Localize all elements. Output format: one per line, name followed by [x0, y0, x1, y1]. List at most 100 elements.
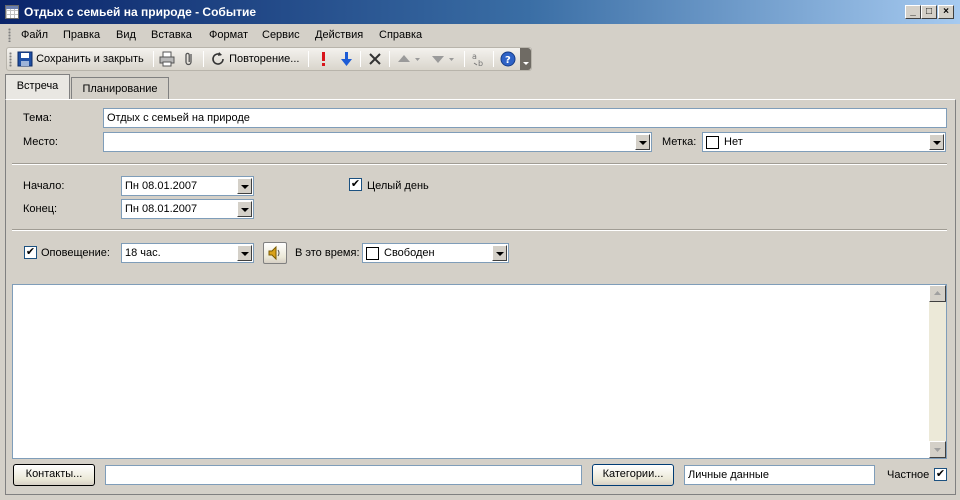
reminder-combo[interactable]: 18 час.	[121, 243, 254, 263]
location-combo[interactable]	[103, 132, 652, 152]
contacts-button-label: Контакты...	[25, 468, 83, 480]
menu-file[interactable]: Файл	[21, 29, 48, 41]
categories-button-label: Категории...	[602, 468, 664, 480]
attach-file-button[interactable]	[181, 51, 197, 67]
recurrence-label: Повторение...	[229, 53, 300, 65]
section-divider	[12, 229, 947, 231]
notes-textarea[interactable]	[12, 284, 947, 459]
private-label: Частное	[887, 469, 930, 481]
toolbar-grip-icon[interactable]	[9, 52, 12, 67]
toolbar-options-icon[interactable]	[520, 48, 531, 70]
spelling-icon: a b	[472, 52, 483, 68]
start-date-dropdown-arrow-icon[interactable]	[237, 178, 252, 194]
contacts-button[interactable]: Контакты...	[13, 464, 95, 486]
print-button[interactable]	[159, 51, 175, 67]
high-importance-icon	[322, 52, 325, 66]
location-label: Место:	[23, 136, 58, 148]
speaker-icon	[268, 245, 280, 261]
start-date-value: Пн 08.01.2007	[125, 180, 198, 192]
label-color-swatch	[706, 136, 719, 149]
recurrence-icon	[212, 52, 224, 65]
toolbar-separator	[153, 51, 154, 67]
subject-label: Тема:	[23, 112, 52, 124]
menu-grip-icon[interactable]	[8, 28, 11, 42]
save-and-close-button[interactable]: Сохранить и закрыть	[17, 51, 144, 67]
show-time-as-dropdown-arrow-icon[interactable]	[492, 245, 507, 261]
standard-toolbar: Сохранить и закрыть Повторение... a b ?	[0, 46, 535, 72]
scroll-up-icon[interactable]	[929, 285, 946, 302]
window-title: Отдых с семьей на природе - Событие	[24, 5, 257, 19]
end-date-value: Пн 08.01.2007	[125, 203, 198, 215]
contacts-input[interactable]	[105, 465, 582, 485]
low-importance-button[interactable]	[338, 51, 354, 67]
menu-bar: Файл Правка Вид Вставка Формат Сервис Де…	[0, 26, 960, 44]
spelling-button[interactable]: a b	[471, 51, 487, 68]
location-dropdown-arrow-icon[interactable]	[635, 134, 650, 150]
private-checkbox[interactable]: ✔	[934, 468, 947, 481]
menu-actions[interactable]: Действия	[315, 29, 363, 41]
delete-button[interactable]	[367, 51, 383, 67]
label-dropdown-arrow-icon[interactable]	[929, 134, 944, 150]
reminder-dropdown-arrow-icon[interactable]	[237, 245, 252, 261]
toolbar-separator	[203, 51, 204, 67]
menu-format[interactable]: Формат	[209, 29, 248, 41]
menu-insert[interactable]: Вставка	[151, 29, 192, 41]
show-time-as-value: Свободен	[384, 247, 435, 259]
save-icon	[17, 51, 33, 67]
next-item-button[interactable]	[430, 51, 456, 67]
scroll-up-arrow-icon	[934, 291, 941, 295]
window-title-bar: Отдых с семьей на природе - Событие _ □ …	[0, 0, 960, 24]
next-item-icon	[432, 56, 454, 63]
svg-text:a: a	[472, 52, 477, 61]
previous-item-icon	[398, 55, 420, 62]
show-time-as-combo[interactable]: Свободен	[362, 243, 509, 263]
reminder-checkbox[interactable]: ✔	[24, 246, 37, 259]
scroll-down-arrow-icon	[934, 448, 941, 452]
all-day-checkbox[interactable]: ✔	[349, 178, 362, 191]
label-label: Метка:	[662, 136, 697, 148]
end-date-combo[interactable]: Пн 08.01.2007	[121, 199, 254, 219]
label-combo[interactable]: Нет	[702, 132, 946, 152]
notes-text	[13, 285, 946, 293]
help-button[interactable]: ?	[500, 51, 516, 67]
maximize-button[interactable]: □	[921, 5, 937, 19]
categories-button[interactable]: Категории...	[592, 464, 674, 486]
svg-text:?: ?	[505, 55, 511, 66]
tab-appointment-label: Встреча	[16, 80, 59, 92]
menu-view[interactable]: Вид	[116, 29, 136, 41]
notes-scrollbar[interactable]	[929, 285, 946, 458]
all-day-label: Целый день	[367, 180, 429, 192]
menu-tools[interactable]: Сервис	[262, 29, 300, 41]
start-label: Начало:	[23, 180, 65, 192]
minimize-button[interactable]: _	[905, 5, 921, 19]
label-value: Нет	[724, 136, 743, 148]
calendar-icon	[5, 5, 19, 19]
recurrence-button[interactable]: Повторение...	[210, 51, 299, 67]
reminder-label: Оповещение:	[41, 247, 110, 259]
end-date-dropdown-arrow-icon[interactable]	[237, 201, 252, 217]
low-importance-icon	[341, 52, 352, 66]
reminder-value: 18 час.	[125, 247, 161, 259]
show-time-as-label: В это время:	[295, 247, 360, 259]
toolbar-separator	[308, 51, 309, 67]
reminder-sound-button[interactable]	[263, 242, 287, 264]
tab-scheduling[interactable]: Планирование	[71, 77, 169, 101]
save-and-close-label: Сохранить и закрыть	[36, 53, 144, 65]
toolbar-separator	[360, 51, 361, 67]
scroll-down-icon[interactable]	[929, 441, 946, 458]
toolbar-separator	[389, 51, 390, 67]
tab-appointment[interactable]: Встреча	[5, 74, 70, 100]
attach-icon	[185, 52, 192, 66]
categories-input[interactable]: Личные данные	[684, 465, 875, 485]
section-divider	[12, 163, 947, 165]
menu-edit[interactable]: Правка	[63, 29, 100, 41]
free-status-swatch	[366, 247, 379, 260]
menu-help[interactable]: Справка	[379, 29, 422, 41]
end-label: Конец:	[23, 203, 58, 215]
previous-item-button[interactable]	[396, 51, 422, 67]
start-date-combo[interactable]: Пн 08.01.2007	[121, 176, 254, 196]
subject-input[interactable]: Отдых с семьей на природе	[103, 108, 947, 128]
high-importance-button[interactable]	[315, 51, 331, 67]
help-icon: ?	[500, 51, 516, 67]
close-button[interactable]: ×	[938, 5, 954, 19]
